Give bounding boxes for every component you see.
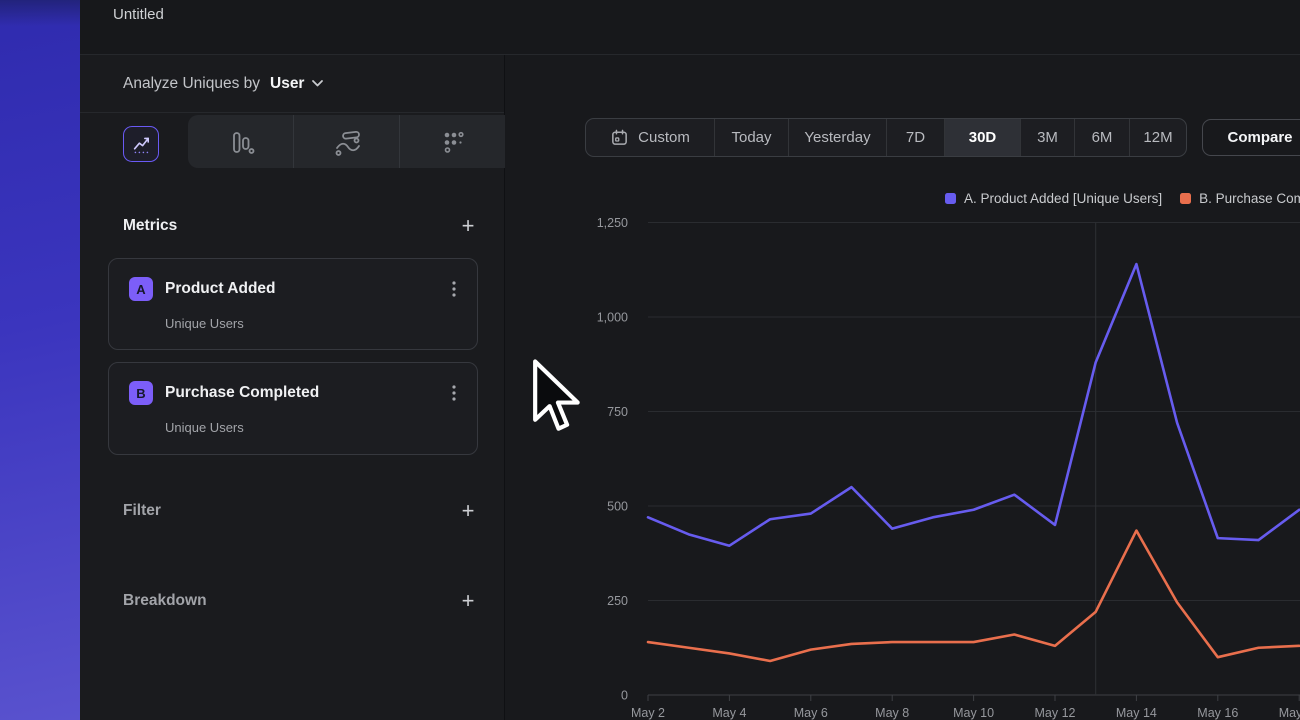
range-today[interactable]: Today: [714, 119, 788, 156]
y-axis-tick: 250: [607, 594, 628, 608]
filter-header: Filter +: [123, 502, 477, 520]
document-title: Untitled: [113, 6, 164, 23]
app-window: Untitled Analyze Uniques by User: [0, 0, 1300, 720]
kebab-menu-icon: [452, 280, 456, 298]
flows-icon: [332, 127, 362, 157]
metric-options-button[interactable]: [447, 279, 461, 299]
x-axis-tick: May 8: [875, 706, 909, 720]
range-3m[interactable]: 3M: [1020, 119, 1074, 156]
y-axis-tick: 0: [621, 689, 628, 703]
left-accent-strip: [0, 0, 80, 720]
breakdown-header: Breakdown +: [123, 592, 477, 610]
metric-measure: Unique Users: [165, 316, 244, 331]
filter-title: Filter: [123, 502, 161, 520]
x-axis-tick: May 2: [631, 706, 665, 720]
range-label: 7D: [906, 129, 925, 146]
range-yesterday[interactable]: Yesterday: [788, 119, 886, 156]
y-axis-tick: 750: [607, 405, 628, 419]
add-metric-button[interactable]: +: [459, 217, 477, 235]
range-label: 6M: [1092, 129, 1113, 146]
x-axis-tick: May 12: [1035, 706, 1076, 720]
metric-measure: Unique Users: [165, 420, 244, 435]
x-axis-tick: May 16: [1197, 706, 1238, 720]
line-chart-icon: [129, 132, 153, 156]
metric-card-product-added[interactable]: A Product Added Unique Users: [108, 258, 478, 350]
range-label: Today: [731, 129, 771, 146]
metric-badge-b: B: [129, 381, 153, 405]
top-bar: Untitled: [80, 0, 1300, 55]
metric-badge-a: A: [129, 277, 153, 301]
range-label: Custom: [638, 129, 690, 146]
x-axis-tick: May 4: [712, 706, 746, 720]
date-range-control: Custom Today Yesterday 7D 30D 3M 6M 12M: [585, 118, 1187, 157]
analyze-by-dropdown[interactable]: User: [270, 75, 324, 93]
add-filter-button[interactable]: +: [459, 502, 477, 520]
kebab-menu-icon: [452, 384, 456, 402]
metric-name: Purchase Completed: [165, 384, 319, 402]
series-line: [648, 531, 1299, 661]
add-breakdown-button[interactable]: +: [459, 592, 477, 610]
metrics-header: Metrics +: [123, 217, 477, 235]
x-axis-tick: May 14: [1116, 706, 1157, 720]
metrics-title: Metrics: [123, 217, 177, 235]
range-12m[interactable]: 12M: [1129, 119, 1186, 156]
tab-line-chart[interactable]: [123, 126, 159, 162]
analyze-row: Analyze Uniques by User: [80, 55, 504, 113]
y-axis-tick: 1,250: [597, 216, 628, 230]
grid-dots-icon: [438, 127, 468, 157]
series-line: [648, 264, 1299, 546]
range-label: Yesterday: [804, 129, 870, 146]
y-axis-tick: 500: [607, 500, 628, 514]
x-axis-tick: May 10: [953, 706, 994, 720]
compare-button[interactable]: Compare: [1202, 119, 1300, 156]
tab-bar-chart[interactable]: [188, 115, 293, 168]
metric-options-button[interactable]: [447, 383, 461, 403]
x-axis-tick: May 6: [794, 706, 828, 720]
range-label: 12M: [1143, 129, 1172, 146]
bar-chart-icon: [226, 127, 256, 157]
tab-grid-dots[interactable]: [399, 115, 505, 168]
analyze-by-value: User: [270, 75, 304, 93]
range-label: 30D: [969, 129, 997, 146]
metric-card-purchase-completed[interactable]: B Purchase Completed Unique Users: [108, 362, 478, 455]
analyze-label: Analyze Uniques by: [123, 75, 260, 93]
query-sidebar: Analyze Uniques by User: [80, 55, 505, 720]
range-6m[interactable]: 6M: [1074, 119, 1129, 156]
chevron-down-icon: [311, 79, 324, 88]
metric-name: Product Added: [165, 280, 276, 298]
range-7d[interactable]: 7D: [886, 119, 944, 156]
tab-flows[interactable]: [293, 115, 399, 168]
range-label: 3M: [1037, 129, 1058, 146]
x-axis-tick: May 18: [1279, 706, 1300, 720]
range-custom[interactable]: Custom: [586, 119, 714, 156]
range-30d[interactable]: 30D: [944, 119, 1020, 156]
calendar-icon: [610, 128, 629, 147]
chart-panel: Custom Today Yesterday 7D 30D 3M 6M 12M …: [505, 55, 1300, 720]
y-axis-tick: 1,000: [597, 311, 628, 325]
breakdown-title: Breakdown: [123, 592, 207, 610]
line-chart[interactable]: 0 250 500 750 1,000 1,250 May 2 May 4 May 6 May 8…: [505, 200, 1300, 720]
chart-type-tabs: [188, 115, 505, 168]
